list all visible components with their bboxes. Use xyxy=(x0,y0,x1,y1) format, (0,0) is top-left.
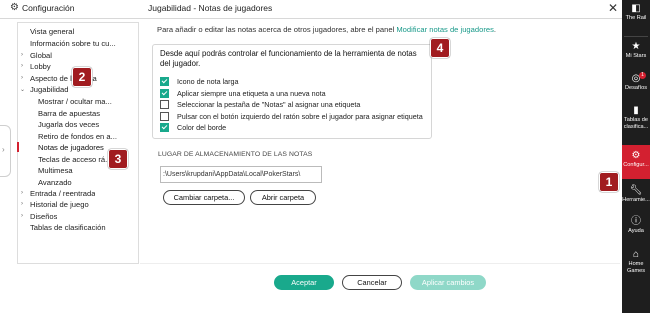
chevron-right-icon[interactable]: › xyxy=(21,63,23,69)
sidebar-item-tablas-clasificacion[interactable]: Tablas de clasificación xyxy=(30,223,106,232)
star-icon: ★ xyxy=(631,41,641,52)
rail-icon: ◧ xyxy=(631,3,641,14)
gear-icon: ⚙ xyxy=(10,2,19,13)
rail-label: Configur... xyxy=(623,162,649,168)
open-folder-button[interactable]: Abrir carpeta xyxy=(250,190,316,205)
gear-icon: ⚙ xyxy=(631,150,641,161)
info-prefix: Para añadir o editar las notas acerca de… xyxy=(157,25,397,34)
rail-label: The Rail xyxy=(625,15,647,21)
rail-item-ayuda[interactable]: ⓘ Ayuda xyxy=(622,216,650,242)
sidebar-item-avanzado[interactable]: Avanzado xyxy=(38,178,72,187)
sidebar-item-vista-general[interactable]: Vista general xyxy=(30,27,74,36)
rail-item-tablas-clasificacion[interactable]: ▮ Tablas de clasifica... xyxy=(622,105,650,141)
app-title: Configuración xyxy=(22,3,75,13)
sidebar-item-global[interactable]: Global xyxy=(30,51,52,60)
chevron-right-icon[interactable]: › xyxy=(21,213,23,219)
options-description: Desde aquí podrás controlar el funcionam… xyxy=(160,49,417,68)
checkbox[interactable] xyxy=(160,123,169,132)
rail-item-the-rail[interactable]: ◧ The Rail xyxy=(622,3,650,33)
option-label: Pulsar con el botón izquierdo del ratón … xyxy=(177,112,423,121)
rail-divider xyxy=(624,36,648,37)
option-label: Seleccionar la pestaña de "Notas" al asi… xyxy=(177,100,361,109)
sidebar-item-notas-jugadores[interactable]: Notas de jugadores xyxy=(38,143,104,152)
sidebar-item-multimesa[interactable]: Multimesa xyxy=(38,166,73,175)
accept-button[interactable]: Aceptar xyxy=(274,275,334,290)
close-button[interactable]: ✕ xyxy=(606,1,620,15)
chevron-right-icon[interactable]: › xyxy=(21,75,23,81)
home-games-icon: ⌂ xyxy=(632,249,640,260)
storage-section-label: LUGAR DE ALMACENAMIENTO DE LAS NOTAS xyxy=(158,151,313,158)
option-label: Aplicar siempre una etiqueta a una nueva… xyxy=(177,89,326,98)
rail-label: Ayuda xyxy=(628,228,644,234)
rail-label: Mi Stars xyxy=(625,53,647,59)
cancel-button[interactable]: Cancelar xyxy=(342,275,402,290)
help-icon: ⓘ xyxy=(631,216,641,227)
footer-divider xyxy=(140,263,620,264)
chevron-right-icon[interactable]: › xyxy=(21,201,23,207)
rail-item-mi-stars[interactable]: ★ Mi Stars xyxy=(622,41,650,67)
checkbox[interactable] xyxy=(160,100,169,109)
title-bar xyxy=(0,0,622,19)
callout-badge-2: 2 xyxy=(72,67,92,87)
info-text: Para añadir o editar las notas acerca de… xyxy=(157,25,496,34)
apply-changes-button[interactable]: Aplicar cambios xyxy=(410,275,486,290)
change-folder-button[interactable]: Cambiar carpeta... xyxy=(163,190,245,205)
window-title: Jugabilidad - Notas de jugadores xyxy=(148,3,273,13)
chevron-down-icon[interactable]: ⌄ xyxy=(20,86,25,93)
callout-badge-1: 1 xyxy=(599,172,619,192)
checkbox[interactable] xyxy=(160,112,169,121)
option-label: Color del borde xyxy=(177,123,227,132)
info-suffix: . xyxy=(493,25,496,34)
callout-badge-4: 4 xyxy=(430,38,450,58)
sidebar-item-jugabilidad[interactable]: Jugabilidad xyxy=(30,85,68,94)
sidebar-item-disenos[interactable]: Diseños xyxy=(30,212,57,221)
sidebar-item-historial-juego[interactable]: Historial de juego xyxy=(30,200,89,209)
sidebar-item-entrada-reentrada[interactable]: Entrada / reentrada xyxy=(30,189,95,198)
leaderboard-icon: ▮ xyxy=(633,105,639,116)
rail-item-configuracion[interactable]: ⚙ Configur... xyxy=(622,145,650,179)
rail-label: Home Games xyxy=(626,261,646,274)
sidebar-item-lobby[interactable]: Lobby xyxy=(30,62,51,71)
rail-item-desafios[interactable]: ◎ Desafíos xyxy=(622,73,650,99)
sidebar-item-retiro-fondos[interactable]: Retiro de fondos en a... xyxy=(38,132,134,141)
rail-label: Desafíos xyxy=(624,85,648,91)
checkbox[interactable] xyxy=(160,77,169,86)
edit-notes-link[interactable]: Modificar notas de jugadores xyxy=(396,25,494,34)
rail-item-herramientas[interactable]: 🔧︎ Herramie... xyxy=(622,185,650,211)
sidebar-item-teclas-acceso[interactable]: Teclas de acceso rá... xyxy=(38,155,110,164)
storage-path-field[interactable]: :\Users\krupdani\AppData\Local\PokerStar… xyxy=(160,166,322,183)
option-label: Icono de nota larga xyxy=(177,77,239,86)
rail-label: Herramie... xyxy=(622,197,650,203)
sidebar-item-jugarla-dos-veces[interactable]: Jugarla dos veces xyxy=(38,120,99,129)
chevron-right-icon: › xyxy=(2,145,5,154)
wrench-icon: 🔧︎ xyxy=(629,185,643,196)
callout-badge-3: 3 xyxy=(108,149,128,169)
chevron-right-icon[interactable]: › xyxy=(21,52,23,58)
rail-item-home-games[interactable]: ⌂ Home Games xyxy=(622,249,650,283)
chevron-right-icon[interactable]: › xyxy=(21,190,23,196)
checkbox[interactable] xyxy=(160,89,169,98)
challenge-count-badge: 1 xyxy=(639,72,646,79)
sidebar-item-mostrar-ocultar[interactable]: Mostrar / ocultar ma... xyxy=(38,97,134,106)
selection-indicator xyxy=(17,142,19,152)
sidebar-item-barra-apuestas[interactable]: Barra de apuestas xyxy=(38,109,100,118)
sidebar-item-informacion[interactable]: Información sobre tu cu... xyxy=(30,39,135,48)
rail-label: Tablas de clasifica... xyxy=(623,117,649,130)
